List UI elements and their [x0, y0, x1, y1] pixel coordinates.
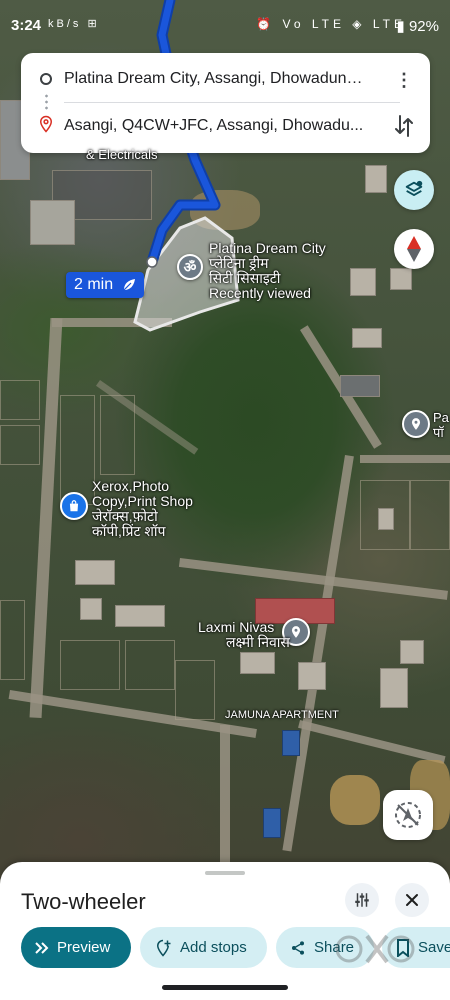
status-time: 3:24: [11, 17, 42, 34]
watermark-logo: [335, 934, 415, 964]
share-icon: [290, 940, 306, 956]
origin-field[interactable]: Platina Dream City, Assangi, Dhowadung..…: [64, 70, 364, 88]
directions-card: Platina Dream City, Assangi, Dhowadung..…: [21, 53, 430, 153]
om-icon: ॐ: [183, 258, 197, 275]
more-options-button[interactable]: ⋮: [394, 71, 414, 91]
eta-label: 2 min: [74, 276, 114, 293]
place-label-platina[interactable]: Platina Dream City प्लेटिना ड्रीम सिटी स…: [209, 241, 326, 301]
eta-badge[interactable]: 2 min: [66, 272, 144, 298]
place-pin-xerox[interactable]: [60, 492, 88, 520]
status-left-icons: kB/s ⊞: [48, 18, 100, 30]
origin-circle-icon: [40, 73, 52, 85]
destination-row[interactable]: Asangi, Q4CW+JFC, Assangi, Dhowadu...: [21, 107, 430, 151]
layers-icon: [405, 180, 423, 196]
tune-icon: [355, 893, 369, 907]
recenter-navigation-icon: [395, 802, 421, 828]
laxmi-hindi: लक्ष्मी निवास: [226, 634, 290, 650]
place-label-xerox[interactable]: Xerox,Photo Copy,Print Shop जेरॉक्स,फ़ोट…: [92, 479, 193, 539]
compass-button[interactable]: [394, 229, 434, 269]
destination-pin-icon: [39, 115, 53, 133]
platina-hindi-1: प्लेटिना ड्रीम: [209, 255, 269, 271]
place-label-electricals[interactable]: & Electricals: [86, 147, 158, 162]
close-button[interactable]: [395, 883, 429, 917]
add-location-icon: [154, 939, 172, 957]
eco-leaf-icon: [123, 279, 135, 291]
recenter-button[interactable]: [383, 790, 433, 840]
battery-icon: ▮: [396, 18, 405, 35]
route-start-dot: [146, 256, 158, 268]
platina-hindi-2: सिटी सिसाइटी: [209, 270, 281, 286]
location-pin-icon: [291, 626, 301, 638]
add-stops-button[interactable]: Add stops: [140, 927, 267, 968]
xerox-line-2: Copy,Print Shop: [92, 493, 193, 509]
swap-directions-icon[interactable]: [392, 113, 416, 139]
right-partial-hindi: पॉ: [433, 425, 444, 440]
status-bar: 3:24 kB/s ⊞ ⏰ Vo LTE ◈ LTE ▮ 92%: [0, 0, 450, 52]
battery-indicator: ▮ 92%: [397, 17, 439, 35]
xerox-line-1: Xerox,Photo: [92, 478, 170, 494]
platina-name: Platina Dream City: [209, 240, 326, 256]
location-pin-icon: [411, 418, 421, 430]
route-options-button[interactable]: [345, 883, 379, 917]
preview-button[interactable]: Preview: [21, 927, 131, 968]
divider: [64, 102, 400, 103]
layers-button[interactable]: [394, 170, 434, 210]
platina-recently-viewed: Recently viewed: [209, 285, 311, 301]
origin-row[interactable]: Platina Dream City, Assangi, Dhowadung..…: [21, 57, 430, 101]
place-label-right-partial[interactable]: Pa पॉ: [433, 410, 449, 440]
shopping-bag-icon: [69, 500, 79, 512]
status-right-icons: ⏰ Vo LTE ◈ LTE: [256, 17, 406, 31]
compass-icon: [407, 236, 421, 262]
add-stops-label: Add stops: [180, 939, 247, 956]
place-pin-platina[interactable]: ॐ: [177, 254, 203, 280]
place-pin-right[interactable]: [402, 410, 430, 438]
place-label-jamuna[interactable]: JAMUNA APARTMENT: [225, 709, 339, 722]
sheet-drag-handle[interactable]: [205, 871, 245, 875]
destination-field[interactable]: Asangi, Q4CW+JFC, Assangi, Dhowadu...: [64, 117, 364, 135]
xerox-hindi-1: जेरॉक्स,फ़ोटो: [92, 508, 158, 524]
double-chevron-icon: [35, 941, 49, 954]
xerox-hindi-2: कॉपी,प्रिंट शॉप: [92, 523, 166, 539]
save-label: Save: [418, 939, 450, 956]
right-partial-name: Pa: [433, 410, 449, 425]
battery-percent: 92%: [408, 18, 439, 35]
close-icon: [406, 894, 418, 906]
travel-mode-title: Two-wheeler: [21, 889, 146, 914]
gesture-navigation-bar[interactable]: [162, 985, 288, 990]
preview-label: Preview: [57, 939, 111, 956]
place-label-laxmi[interactable]: Laxmi Nivas लक्ष्मी निवास: [198, 620, 290, 650]
laxmi-name: Laxmi Nivas: [198, 619, 275, 635]
